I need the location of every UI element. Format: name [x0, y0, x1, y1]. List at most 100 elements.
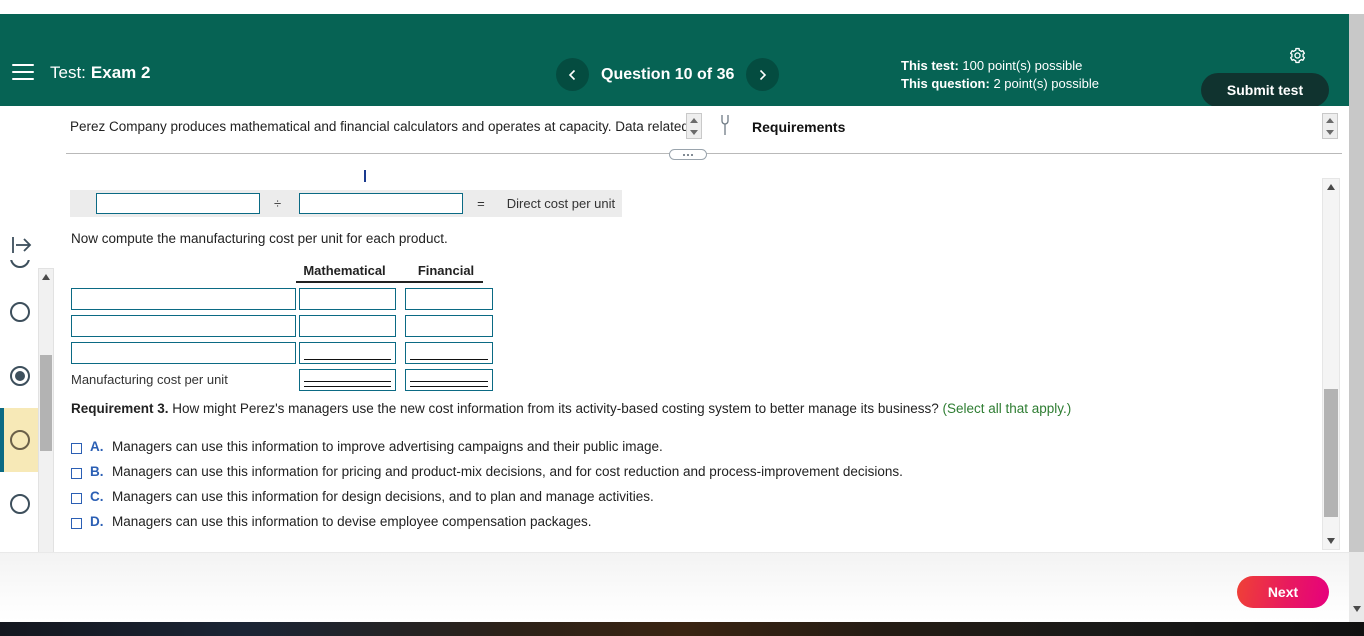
row-3-mathematical-cell[interactable] [299, 341, 396, 364]
requirement-number-label: Requirement 3. [71, 401, 169, 416]
circle-icon [10, 494, 30, 514]
triangle-up-icon [1326, 117, 1334, 123]
requirement-3-text: Requirement 3. How might Perez's manager… [71, 401, 1071, 416]
triangle-down-icon [1327, 538, 1335, 544]
circle-filled-icon [10, 366, 30, 386]
expand-panel-icon[interactable] [10, 234, 34, 256]
direct-cost-formula-row: ÷ = Direct cost per unit [70, 190, 622, 217]
row-2-mathematical-cell[interactable] [299, 314, 396, 337]
option-letter-c: C. [90, 489, 104, 504]
circle-icon [10, 302, 30, 322]
option-letter-a: A. [90, 439, 104, 454]
row-1-financial-cell[interactable] [405, 287, 493, 310]
answer-option-c[interactable]: C. Managers can use this information for… [71, 489, 903, 514]
app-header: Test: Exam 2 Question 10 of 36 This test:… [0, 14, 1349, 107]
rail-item-current[interactable] [0, 408, 40, 472]
triangle-down-icon [1326, 129, 1334, 135]
scrollbar-thumb[interactable] [40, 355, 52, 451]
table-header-row: Mathematical Financial [71, 258, 493, 278]
checkbox-icon[interactable] [71, 443, 82, 454]
triangle-up-icon [690, 117, 698, 123]
text-caret [364, 170, 366, 182]
rail-item-empty[interactable] [0, 280, 40, 344]
next-button[interactable]: Next [1237, 576, 1329, 608]
requirements-panel-title: Requirements [752, 119, 846, 135]
triangle-down-icon [1352, 606, 1361, 612]
rail-item-answered[interactable] [0, 344, 40, 408]
formula-result-label: Direct cost per unit [506, 196, 616, 211]
header-right-gutter [1349, 14, 1364, 106]
test-points-value: 100 point(s) possible [962, 58, 1083, 73]
checkbox-icon[interactable] [71, 493, 82, 504]
question-counter-label: Question 10 of 36 [601, 65, 735, 83]
triangle-up-icon [42, 274, 50, 280]
option-text-a: Managers can use this information to imp… [112, 439, 663, 454]
row-label-input-2[interactable] [71, 314, 296, 337]
chevron-right-icon [760, 69, 767, 80]
scroll-down-button[interactable] [1323, 533, 1339, 549]
question-points-row: This question: 2 point(s) possible [901, 75, 1099, 93]
answer-option-a[interactable]: A. Managers can use this information to … [71, 439, 903, 464]
exam-page: Test: Exam 2 Question 10 of 36 This test:… [0, 0, 1364, 636]
footer-bar [0, 552, 1349, 622]
question-rail [0, 110, 54, 636]
top-white-strip [0, 0, 1364, 14]
table-row [71, 314, 493, 337]
pin-icon[interactable] [718, 113, 732, 137]
triangle-down-icon [690, 129, 698, 135]
row-1-mathematical-cell[interactable] [299, 287, 396, 310]
formula-denominator-input[interactable] [299, 193, 464, 214]
question-points-value: 2 point(s) possible [993, 76, 1099, 91]
question-text-stepper[interactable] [686, 113, 702, 139]
test-points-row: This test: 100 point(s) possible [901, 57, 1099, 75]
test-title: Test: Exam 2 [50, 63, 150, 83]
gear-icon[interactable] [1288, 46, 1307, 65]
rail-item-empty[interactable] [0, 472, 40, 536]
option-text-b: Managers can use this information for pr… [112, 464, 903, 479]
previous-question-button[interactable] [556, 58, 589, 91]
row-label-input-3[interactable] [71, 341, 296, 364]
triangle-up-icon [1327, 184, 1335, 190]
option-text-d: Managers can use this information to dev… [112, 514, 592, 529]
option-text-c: Managers can use this information for de… [112, 489, 654, 504]
test-name-label: Exam 2 [90, 63, 151, 82]
answer-option-d[interactable]: D. Managers can use this information to … [71, 514, 903, 539]
question-points-label: This question: [901, 76, 990, 91]
total-row-label: Manufacturing cost per unit [71, 368, 296, 391]
test-points-label: This test: [901, 58, 959, 73]
scrollbar-thumb[interactable] [1324, 389, 1338, 517]
page-scrollbar-bottom[interactable] [1349, 552, 1364, 622]
checkbox-icon[interactable] [71, 468, 82, 479]
row-3-financial-cell[interactable] [405, 341, 493, 364]
table-row [71, 341, 493, 364]
hamburger-icon[interactable] [12, 64, 34, 80]
answer-option-b[interactable]: B. Managers can use this information for… [71, 464, 903, 489]
main-content-scrollbar[interactable] [1322, 178, 1340, 550]
scroll-up-button[interactable] [39, 269, 53, 285]
table-header-rule [296, 281, 483, 283]
row-2-financial-cell[interactable] [405, 314, 493, 337]
option-letter-b: B. [90, 464, 104, 479]
select-all-hint: (Select all that apply.) [942, 401, 1072, 416]
requirement-question-text: How might Perez's managers use the new c… [172, 401, 939, 416]
compute-prompt-text: Now compute the manufacturing cost per u… [71, 231, 448, 246]
test-prefix-label: Test: [50, 63, 86, 82]
question-prompt-summary: Perez Company produces mathematical and … [70, 119, 689, 134]
drag-handle-icon[interactable] [669, 149, 707, 160]
manufacturing-cost-table: Mathematical Financial Manufacturing cos… [71, 258, 493, 391]
points-summary: This test: 100 point(s) possible This qu… [901, 57, 1099, 93]
next-question-button[interactable] [746, 58, 780, 91]
requirements-panel-stepper[interactable] [1322, 113, 1338, 139]
total-financial-cell[interactable] [405, 368, 493, 391]
checkbox-icon[interactable] [71, 518, 82, 529]
circle-icon [10, 430, 30, 450]
division-operator-label: ÷ [274, 196, 282, 211]
scroll-up-button[interactable] [1323, 179, 1339, 195]
total-mathematical-cell[interactable] [299, 368, 396, 391]
row-label-input-1[interactable] [71, 287, 296, 310]
submit-test-button[interactable]: Submit test [1201, 73, 1329, 107]
scroll-down-button[interactable] [1349, 602, 1364, 616]
question-navigator: Question 10 of 36 [556, 58, 780, 91]
formula-numerator-input[interactable] [96, 193, 260, 214]
equals-operator-label: = [477, 196, 485, 211]
